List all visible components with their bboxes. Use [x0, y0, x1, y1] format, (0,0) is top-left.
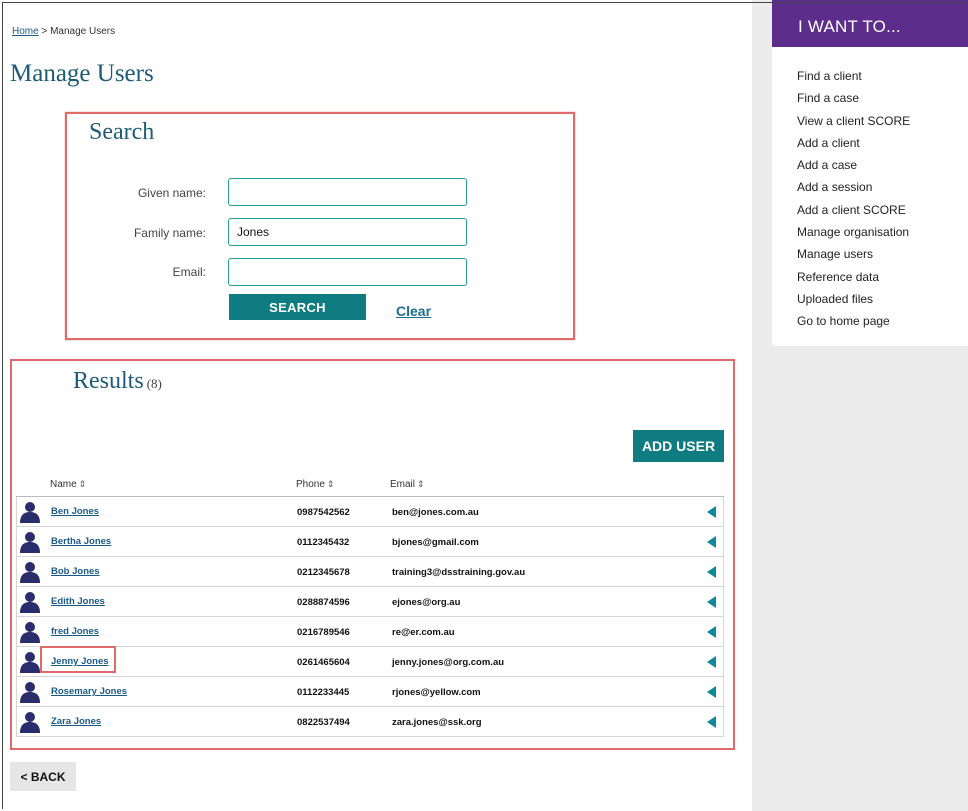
person-silhouette-icon [20, 532, 40, 553]
results-title: Results (8) [73, 368, 162, 395]
sort-updown-icon[interactable]: ⇕ [417, 479, 425, 489]
user-name-link[interactable]: Zara Jones [51, 716, 101, 727]
i-want-to-panel: I WANT TO... Find a client Find a case V… [772, 0, 968, 346]
person-silhouette-icon [20, 712, 40, 733]
column-header-phone-label: Phone [296, 479, 325, 490]
sort-updown-icon[interactable]: ⇕ [327, 479, 335, 489]
person-silhouette-icon [20, 502, 40, 523]
triangle-left-icon[interactable] [707, 596, 716, 608]
email-input[interactable] [228, 258, 467, 286]
column-header-phone[interactable]: Phone ⇕ [296, 479, 334, 490]
user-name-link[interactable]: Jenny Jones [51, 656, 109, 667]
i-want-to-header: I WANT TO... [772, 0, 968, 47]
table-row: Bertha Jones 0112345432 bjones@gmail.com [16, 527, 724, 557]
triangle-left-icon[interactable] [707, 656, 716, 668]
user-email: bjones@gmail.com [392, 537, 479, 548]
user-phone: 0112345432 [297, 537, 350, 548]
triangle-left-icon[interactable] [707, 536, 716, 548]
i-want-to-list: Find a client Find a case View a client … [772, 47, 968, 336]
sidebar-item-add-case[interactable]: Add a case [772, 157, 968, 179]
given-name-label: Given name: [137, 186, 206, 200]
breadcrumb-separator: > [41, 26, 48, 37]
user-email: ejones@org.au [392, 597, 461, 608]
clear-link[interactable]: Clear [396, 303, 431, 319]
sidebar-item-find-client[interactable]: Find a client [772, 68, 968, 90]
user-email: ben@jones.com.au [392, 507, 479, 518]
user-name-link[interactable]: Ben Jones [51, 506, 99, 517]
sidebar-item-add-session[interactable]: Add a session [772, 179, 968, 201]
column-header-email-label: Email [390, 479, 416, 490]
column-header-name-label: Name [50, 479, 77, 490]
results-table: Ben Jones 0987542562 ben@jones.com.au Be… [16, 496, 724, 737]
person-silhouette-icon [20, 652, 40, 673]
table-row: Bob Jones 0212345678 training3@dsstraini… [16, 557, 724, 587]
user-phone: 0216789546 [297, 627, 350, 638]
triangle-left-icon[interactable] [707, 626, 716, 638]
person-silhouette-icon [20, 682, 40, 703]
user-email: training3@dsstraining.gov.au [392, 567, 526, 578]
triangle-left-icon[interactable] [707, 716, 716, 728]
search-button[interactable]: SEARCH [229, 294, 366, 320]
user-name-link[interactable]: fred Jones [51, 626, 99, 637]
user-name-link[interactable]: Bob Jones [51, 566, 100, 577]
sidebar-item-uploaded-files[interactable]: Uploaded files [772, 291, 968, 313]
breadcrumb: Home > Manage Users [12, 26, 115, 37]
triangle-left-icon[interactable] [707, 506, 716, 518]
given-name-input[interactable] [228, 178, 467, 206]
table-row: Edith Jones 0288874596 ejones@org.au [16, 587, 724, 617]
family-name-label: Family name: [133, 226, 206, 240]
table-row: Rosemary Jones 0112233445 rjones@yellow.… [16, 677, 724, 707]
sidebar-item-go-home[interactable]: Go to home page [772, 313, 968, 335]
triangle-left-icon[interactable] [707, 566, 716, 578]
table-row: Jenny Jones 0261465604 jenny.jones@org.c… [16, 647, 724, 677]
search-title: Search [89, 119, 155, 145]
table-row: Zara Jones 0822537494 zara.jones@ssk.org [16, 707, 724, 737]
sidebar-item-add-client[interactable]: Add a client [772, 135, 968, 157]
user-phone: 0112233445 [297, 687, 350, 698]
sidebar-item-add-client-score[interactable]: Add a client SCORE [772, 202, 968, 224]
triangle-left-icon[interactable] [707, 686, 716, 698]
user-phone: 0288874596 [297, 597, 350, 608]
person-silhouette-icon [20, 562, 40, 583]
user-name-link[interactable]: Edith Jones [51, 596, 105, 607]
user-name-link[interactable]: Bertha Jones [51, 536, 111, 547]
table-row: fred Jones 0216789546 re@er.com.au [16, 617, 724, 647]
user-email: rjones@yellow.com [392, 687, 481, 698]
column-header-name[interactable]: Name ⇕ [50, 479, 86, 490]
results-panel: Results (8) ADD USER Name ⇕ Phone ⇕ Email ⇕ … [10, 359, 735, 750]
email-label: Email: [172, 265, 206, 279]
user-email: jenny.jones@org.com.au [392, 657, 505, 668]
sidebar-item-find-case[interactable]: Find a case [772, 90, 968, 112]
sidebar-item-reference-data[interactable]: Reference data [772, 269, 968, 291]
sort-updown-icon[interactable]: ⇕ [79, 479, 87, 489]
user-phone: 0822537494 [297, 717, 350, 728]
sidebar-item-manage-organisation[interactable]: Manage organisation [772, 224, 968, 246]
breadcrumb-current: Manage Users [50, 26, 116, 37]
search-panel: Search Given name: Family name: Email: S… [65, 112, 575, 340]
person-silhouette-icon [20, 592, 40, 613]
sidebar-item-view-client-score[interactable]: View a client SCORE [772, 113, 968, 135]
person-silhouette-icon [20, 622, 40, 643]
breadcrumb-home-link[interactable]: Home [12, 26, 39, 37]
back-button[interactable]: < BACK [10, 762, 76, 791]
user-phone: 0987542562 [297, 507, 350, 518]
results-count: (8) [146, 376, 162, 391]
user-phone: 0261465604 [297, 657, 350, 668]
user-name-link[interactable]: Rosemary Jones [51, 686, 127, 697]
family-name-input[interactable] [228, 218, 467, 246]
page-title: Manage Users [10, 60, 154, 87]
user-phone: 0212345678 [297, 567, 350, 578]
user-email: re@er.com.au [392, 627, 455, 638]
user-email: zara.jones@ssk.org [392, 717, 482, 728]
column-header-email[interactable]: Email ⇕ [390, 479, 425, 490]
add-user-button[interactable]: ADD USER [633, 430, 724, 462]
table-row: Ben Jones 0987542562 ben@jones.com.au [16, 497, 724, 527]
sidebar-item-manage-users[interactable]: Manage users [772, 246, 968, 268]
results-title-text: Results [73, 368, 144, 394]
